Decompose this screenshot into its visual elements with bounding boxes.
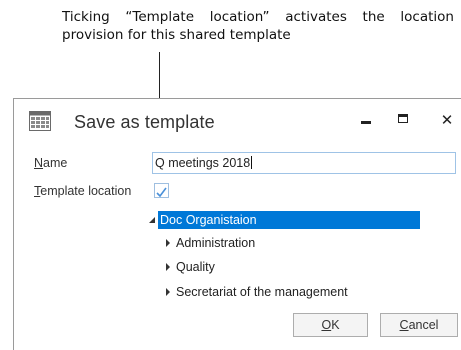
close-icon: ✕ [440, 111, 454, 129]
save-as-template-dialog: Save as template ✕ Name Q meetings 2018 … [13, 98, 461, 350]
cancel-button-label: ancel [408, 318, 439, 332]
close-button[interactable]: ✕ [434, 109, 460, 131]
annotation-callout: Ticking “Template location” activates th… [62, 9, 454, 43]
name-input[interactable]: Q meetings 2018 [152, 152, 456, 174]
maximize-button[interactable] [391, 109, 417, 131]
tree-item-label: Secretariat of the management [176, 285, 348, 299]
tree-item-quality[interactable]: Quality [164, 258, 424, 276]
tree-item-label: Administration [176, 236, 256, 250]
name-label: Name [34, 156, 67, 170]
tree-item-label: Quality [176, 260, 215, 274]
collapsed-triangle-icon [166, 239, 170, 247]
tree-item-doc-organistaion[interactable]: Doc Organistaion [148, 211, 438, 229]
cancel-button[interactable]: Cancel [380, 313, 458, 337]
template-location-label: Template location [34, 184, 131, 198]
name-input-value: Q meetings 2018 [155, 156, 251, 170]
template-location-label-text: emplate location [40, 184, 132, 198]
calendar-grid-icon [29, 111, 51, 131]
cancel-access-key: C [399, 318, 409, 332]
tree-item-secretariat-of-the-management[interactable]: Secretariat of the management [164, 283, 424, 301]
collapsed-triangle-icon [166, 263, 170, 271]
minimize-button[interactable] [355, 109, 381, 131]
ok-access-key: O [321, 318, 332, 332]
template-location-checkbox[interactable] [154, 183, 169, 198]
ok-button-label: K [331, 318, 340, 332]
tree-item-administration[interactable]: Administration [164, 234, 424, 252]
name-label-access-key: N [34, 156, 44, 170]
tree-item-label: Doc Organistaion [158, 211, 420, 229]
minimize-icon [361, 121, 371, 124]
expanded-triangle-icon [149, 217, 155, 223]
text-caret [251, 156, 253, 169]
title-bar: Save as template ✕ [14, 99, 461, 143]
checkmark-icon [156, 187, 167, 198]
name-label-text: ame [43, 156, 68, 170]
ok-button[interactable]: OK [293, 313, 368, 337]
maximize-icon [398, 114, 408, 123]
dialog-title: Save as template [74, 112, 215, 132]
collapsed-triangle-icon [166, 288, 170, 296]
